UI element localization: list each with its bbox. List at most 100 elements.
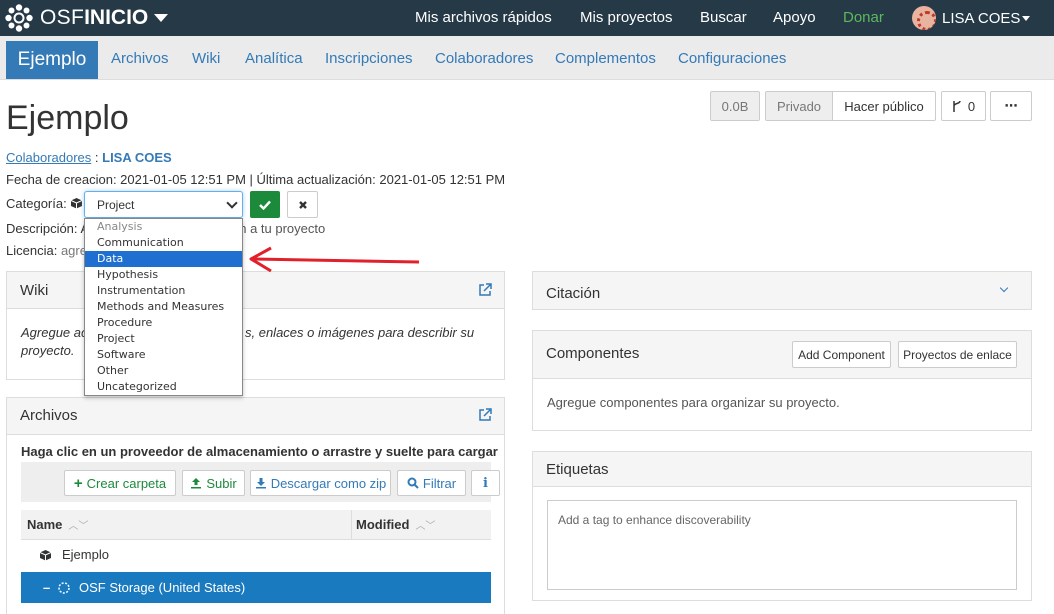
wiki-body-start: Agregue ac — [21, 325, 88, 340]
upload-label: Subir — [206, 475, 237, 491]
sort-icon[interactable]: ︿﹀ — [415, 517, 435, 532]
file-row-storage[interactable]: – OSF Storage (United States) — [21, 572, 491, 603]
top-navbar: OSF INICIO Mis archivos rápidos Mis proye… — [0, 0, 1054, 36]
plus-icon: + — [73, 474, 83, 492]
tags-panel: Etiquetas Add a tag to enhance discovera… — [532, 451, 1032, 601]
brand-caret-icon[interactable] — [154, 14, 169, 22]
files-toolbar: + Crear carpeta Subir Descargar como zip… — [21, 462, 500, 502]
citation-panel-title: Citación — [546, 285, 601, 302]
category-option-procedure[interactable]: Procedure — [85, 315, 242, 331]
nav-donate[interactable]: Donar — [843, 9, 884, 26]
files-hint: Haga clic en un proveedor de almacenamie… — [21, 444, 498, 459]
cancel-category-button[interactable] — [287, 191, 318, 218]
components-body: Agregue componentes para organizar su pr… — [547, 395, 840, 410]
upload-button[interactable]: Subir — [182, 470, 245, 496]
citation-panel-header[interactable]: Citación — [533, 272, 1031, 309]
wiki-panel-title: Wiki — [20, 282, 49, 299]
tags-input[interactable]: Add a tag to enhance discoverability — [547, 500, 1017, 590]
category-option-hypothesis[interactable]: Hypothesis — [85, 267, 242, 283]
wiki-body-end: s, enlaces o imágenes para describir su — [245, 325, 475, 340]
nav-my-projects[interactable]: Mis proyectos — [580, 9, 673, 26]
category-option-methods[interactable]: Methods and Measures — [85, 299, 242, 315]
tab-contributors[interactable]: Colaboradores — [435, 50, 533, 67]
upload-icon — [191, 478, 202, 489]
chevron-down-icon[interactable] — [999, 283, 1009, 293]
column-modified[interactable]: Modified ︿﹀ — [356, 517, 435, 532]
filter-label: Filtrar — [422, 475, 457, 491]
filter-button[interactable]: Filtrar — [397, 470, 466, 496]
nav-support[interactable]: Apoyo — [773, 9, 816, 26]
category-option-other[interactable]: Other — [85, 363, 242, 379]
components-panel-header: Componentes Add Component Proyectos de e… — [533, 331, 1031, 379]
category-option-data[interactable]: Data — [85, 251, 242, 267]
nav-quick-files[interactable]: Mis archivos rápidos — [415, 9, 552, 26]
category-option-communication[interactable]: Communication — [85, 235, 242, 251]
tags-panel-title: Etiquetas — [546, 461, 609, 478]
external-link-icon[interactable] — [478, 408, 492, 422]
description-text[interactable]: ón a tu proyecto — [232, 221, 325, 236]
external-link-icon[interactable] — [478, 283, 492, 297]
wiki-panel-header: Wiki — [7, 272, 504, 309]
storage-icon — [58, 581, 70, 594]
category-option-software[interactable]: Software — [85, 347, 242, 363]
tab-registrations[interactable]: Inscripciones — [325, 50, 413, 67]
description-label: Descripción: — [6, 221, 78, 236]
make-public-button[interactable]: Hacer público — [832, 91, 936, 121]
contributors-label[interactable]: Colaboradores — [6, 150, 91, 165]
save-category-button[interactable] — [250, 191, 280, 218]
category-select-value: Project — [97, 198, 135, 212]
info-button[interactable]: i — [471, 470, 500, 496]
tab-addons[interactable]: Complementos — [555, 50, 656, 67]
category-option-project[interactable]: Project — [85, 331, 242, 347]
user-menu[interactable]: LISA COES — [912, 6, 1031, 30]
annotation-arrow-icon — [249, 246, 420, 273]
file-row-project[interactable]: Ejemplo — [21, 539, 491, 570]
add-component-button[interactable]: Add Component — [792, 341, 891, 368]
category-option-analysis: Analysis — [97, 220, 143, 233]
citation-panel[interactable]: Citación — [532, 271, 1032, 310]
tab-wiki[interactable]: Wiki — [192, 50, 220, 67]
collapse-icon[interactable]: – — [43, 580, 53, 595]
fork-icon — [953, 100, 961, 112]
sort-icon[interactable]: ︿﹀ — [68, 517, 88, 532]
tab-settings[interactable]: Configuraciones — [678, 50, 786, 67]
download-zip-button[interactable]: Descargar como zip — [250, 470, 391, 496]
brand[interactable]: OSF INICIO — [4, 4, 169, 32]
more-button[interactable]: ⋯ — [990, 91, 1032, 121]
wiki-panel: Wiki Agregue ac s, enlaces o imágenes pa… — [6, 271, 505, 380]
brand-osf-text: OSF — [40, 6, 85, 29]
project-title-tab[interactable]: Ejemplo — [6, 41, 98, 79]
cube-icon — [71, 198, 83, 209]
chevron-down-icon — [226, 197, 238, 209]
osf-logo-icon — [5, 4, 33, 32]
fork-count: 0 — [967, 98, 976, 114]
dates-line: Fecha de creacion: 2021-01-05 12:51 PM |… — [6, 172, 506, 187]
file-row-storage-label: OSF Storage (United States) — [79, 580, 246, 595]
close-icon — [298, 200, 307, 209]
category-option-uncategorized[interactable]: Uncategorized — [85, 379, 242, 395]
category-select[interactable]: Project — [84, 191, 243, 218]
privacy-button: Privado — [765, 91, 833, 121]
brand-inicio-text: INICIO — [84, 6, 149, 29]
download-icon — [255, 478, 266, 489]
category-option-instrumentation[interactable]: Instrumentation — [85, 283, 242, 299]
tab-files[interactable]: Archivos — [111, 50, 169, 67]
contributor-link[interactable]: LISA COES — [102, 150, 172, 165]
file-row-project-label: Ejemplo — [62, 547, 109, 562]
files-grid-header: Name ︿﹀ Modified ︿﹀ — [21, 510, 491, 540]
fork-button[interactable]: 0 — [941, 91, 986, 121]
cube-icon — [39, 549, 52, 560]
tags-placeholder: Add a tag to enhance discoverability — [558, 513, 751, 527]
new-folder-label: Crear carpeta — [86, 475, 167, 491]
size-badge: 0.0B — [710, 91, 760, 121]
tab-analytics[interactable]: Analítica — [245, 50, 303, 67]
check-icon — [259, 200, 271, 210]
column-name[interactable]: Name ︿﹀ — [27, 517, 88, 532]
nav-search[interactable]: Buscar — [700, 9, 747, 26]
project-navbar: Ejemplo Archivos Wiki Analítica Inscripc… — [0, 36, 1054, 80]
category-line: Categoría: — [6, 196, 83, 211]
contributors-line: Colaboradores : LISA COES — [6, 150, 172, 165]
new-folder-button[interactable]: + Crear carpeta — [64, 470, 176, 496]
files-panel-title: Archivos — [20, 407, 78, 424]
link-projects-button[interactable]: Proyectos de enlace — [898, 341, 1017, 368]
